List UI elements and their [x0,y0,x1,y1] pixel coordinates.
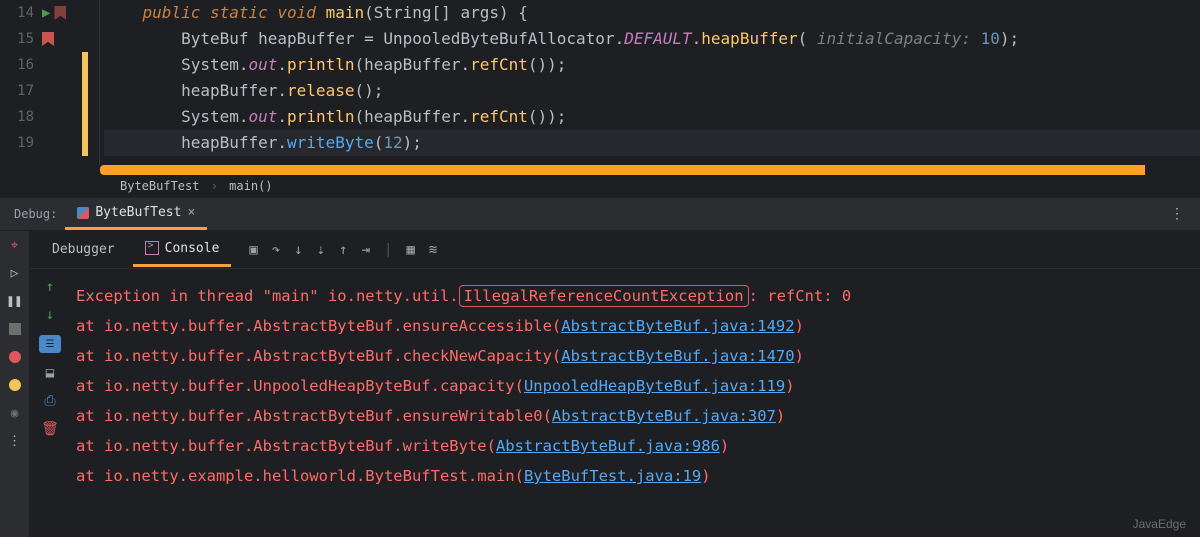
console-output[interactable]: Exception in thread "main" io.netty.util… [70,269,1200,537]
line-number: 17 [0,83,40,99]
scroll-down-icon[interactable]: ↓ [46,307,54,323]
clear-icon[interactable]: 🗑 [41,421,59,437]
camera-icon[interactable]: ◉ [7,405,23,421]
source-link[interactable]: ByteBufTest.java:19 [524,467,701,485]
trace-icon[interactable]: ≋ [429,242,437,258]
line-number: 18 [0,109,40,125]
bug-icon[interactable]: ⌖ [7,237,23,253]
stop-icon[interactable] [7,321,23,337]
exception-class: IllegalReferenceCountException [459,285,749,307]
line-number: 14 [0,5,40,21]
debug-tabs-row: Debugger Console ▣ ↷ ↓ ⇣ ↑ ⇥ | ▦ ≋ [30,231,1200,269]
close-icon[interactable]: × [187,205,195,220]
debug-left-rail: ⌖ ▷ ❚❚ ◉ ⋮ [0,231,30,537]
console-icon [145,241,159,255]
debug-session-tab[interactable]: ByteBufTest × [65,198,207,230]
code-line: ByteBuf heapBuffer = UnpooledByteBufAllo… [104,26,1200,52]
line-number: 15 [0,31,40,47]
scroll-up-icon[interactable]: ↑ [46,279,54,295]
source-link[interactable]: AbstractByteBuf.java:1470 [561,347,794,365]
code-line: heapBuffer.release(); [104,78,1200,104]
step-into-icon[interactable]: ↓ [294,242,302,258]
source-link[interactable]: UnpooledHeapByteBuf.java:119 [524,377,785,395]
change-marker [82,52,88,78]
watermark: JavaEdge [1133,517,1186,531]
change-marker [82,78,88,104]
stack-frame: at io.netty.buffer.AbstractByteBuf.ensur… [76,401,1194,431]
stack-frame: at io.netty.buffer.AbstractByteBuf.check… [76,341,1194,371]
line-number: 16 [0,57,40,73]
breakpoint-icon[interactable] [7,349,23,365]
exception-headline: Exception in thread "main" io.netty.util… [76,281,1194,311]
editor-gutter: 14 ▶ 15 16 17 18 19 [0,0,100,165]
run-to-cursor-icon[interactable]: ⇥ [362,242,370,258]
debugger-tab[interactable]: Debugger [40,234,127,265]
java-class-icon [77,207,89,219]
code-line: System.out.println(heapBuffer.refCnt()); [104,52,1200,78]
resume-icon[interactable]: ▷ [7,265,23,281]
print-icon[interactable]: ⎙ [44,393,55,409]
step-out-icon[interactable]: ↑ [339,242,347,258]
code-line-current: heapBuffer.writeByte(12); [104,130,1200,156]
code-line: System.out.println(heapBuffer.refCnt()); [104,104,1200,130]
evaluate-icon[interactable]: ▦ [406,242,414,258]
soft-wrap-icon[interactable]: ☰ [39,335,61,353]
debug-stepping-toolbar: ▣ ↷ ↓ ⇣ ↑ ⇥ | ▦ ≋ [249,242,437,258]
more-icon[interactable]: ⋮ [1170,206,1186,222]
line-number: 19 [0,135,40,151]
breadcrumb[interactable]: ByteBufTest › main() [0,175,1200,197]
more-actions-icon[interactable]: ⋮ [7,433,23,449]
console-rail: ↑ ↓ ☰ ⬓ ⎙ 🗑 [30,269,70,537]
bookmark-icon[interactable] [42,32,54,46]
horizontal-scrollbar[interactable] [100,165,1200,175]
code-editor[interactable]: 14 ▶ 15 16 17 18 19 [0,0,1200,165]
pause-icon[interactable]: ❚❚ [7,293,23,309]
debug-body: ⌖ ▷ ❚❚ ◉ ⋮ Debugger Console ▣ ↷ ↓ ⇣ ↑ ⇥ … [0,231,1200,537]
stack-frame: at io.netty.buffer.AbstractByteBuf.write… [76,431,1194,461]
step-over-icon[interactable]: ↷ [272,242,280,258]
stack-frame: at io.netty.buffer.UnpooledHeapByteBuf.c… [76,371,1194,401]
source-link[interactable]: AbstractByteBuf.java:307 [552,407,776,425]
stack-frame: at io.netty.buffer.AbstractByteBuf.ensur… [76,311,1194,341]
show-execution-icon[interactable]: ▣ [249,242,257,258]
bookmark-icon[interactable] [54,6,66,20]
console-body: ↑ ↓ ☰ ⬓ ⎙ 🗑 Exception in thread "main" i… [30,269,1200,537]
debug-session-name: ByteBufTest [95,205,181,220]
debug-main: Debugger Console ▣ ↷ ↓ ⇣ ↑ ⇥ | ▦ ≋ ↑ ↓ ☰ [30,231,1200,537]
source-link[interactable]: AbstractByteBuf.java:986 [496,437,720,455]
console-tab[interactable]: Console [133,233,232,267]
run-icon[interactable]: ▶ [42,6,50,20]
code-line: public static void main(String[] args) { [104,0,1200,26]
force-step-into-icon[interactable]: ⇣ [317,242,325,258]
mute-breakpoints-icon[interactable] [7,377,23,393]
stack-frame: at io.netty.example.helloworld.ByteBufTe… [76,461,1194,491]
debug-toolwindow-header: Debug: ByteBufTest × ⋮ [0,197,1200,231]
source-link[interactable]: AbstractByteBuf.java:1492 [561,317,794,335]
debug-label: Debug: [6,207,65,221]
code-content[interactable]: public static void main(String[] args) {… [100,0,1200,165]
scroll-to-end-icon[interactable]: ⬓ [46,365,54,381]
change-marker [82,104,88,130]
change-marker [82,130,88,156]
